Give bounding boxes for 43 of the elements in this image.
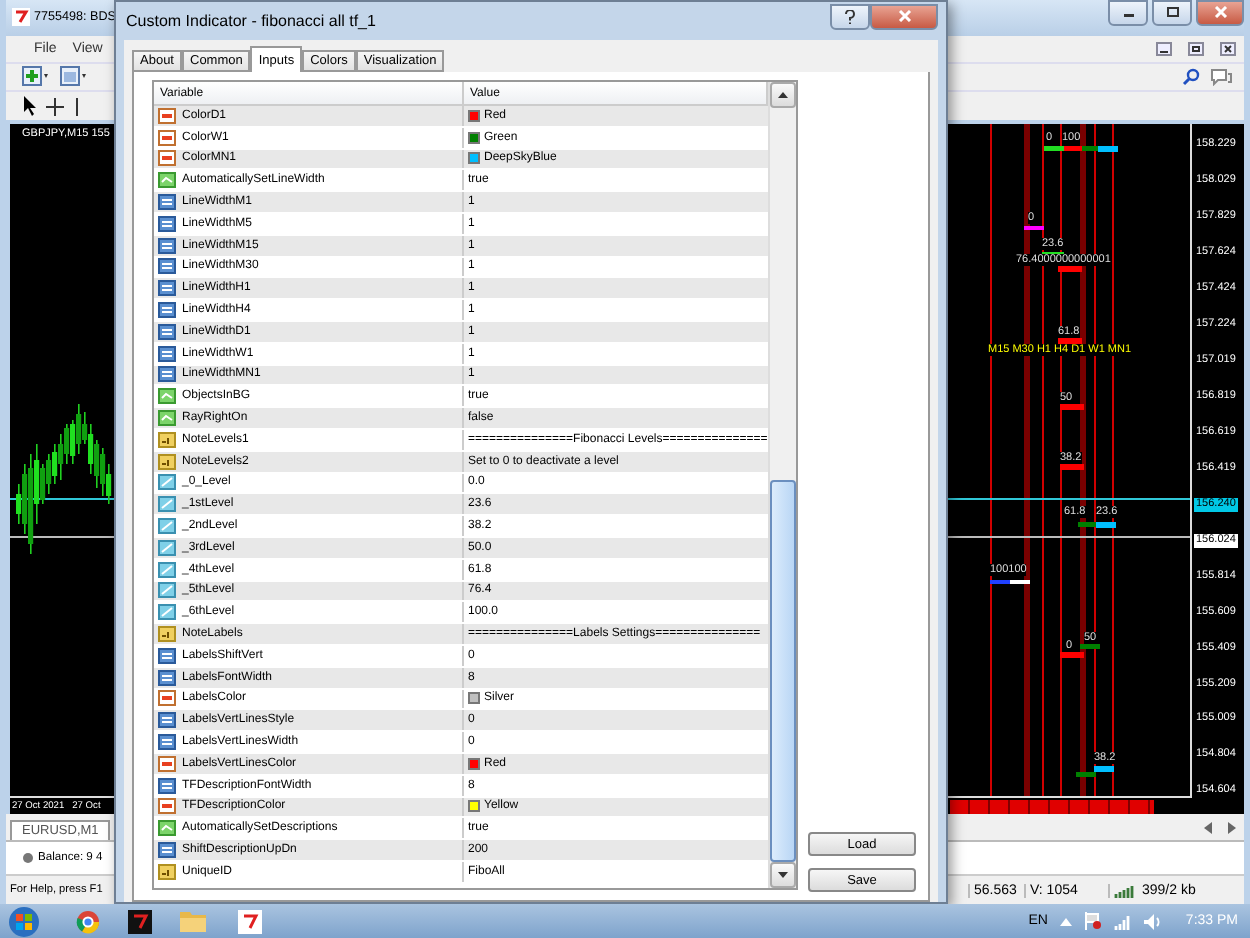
search-icon (1182, 67, 1200, 86)
scrollbar[interactable] (768, 82, 796, 888)
maximize-button[interactable] (1152, 0, 1192, 26)
close-button[interactable] (1196, 0, 1244, 26)
right-arrow-icon (1226, 822, 1236, 835)
signal-icon (1113, 913, 1132, 929)
level-bar (1058, 266, 1082, 273)
close-icon (1220, 41, 1236, 56)
app-icon (12, 8, 30, 27)
level-bar (1058, 338, 1082, 345)
restore-icon (1188, 41, 1204, 56)
text-icon (158, 863, 176, 880)
cursor-icon (22, 96, 36, 116)
minimize-button[interactable] (1108, 0, 1148, 26)
minimize-icon (1156, 41, 1172, 56)
question-mark-icon (844, 9, 856, 23)
dialog-title: Custom Indicator - fibonacci all tf_1 (126, 12, 376, 30)
bars-icon (1114, 883, 1136, 898)
chevron-up-icon (1059, 917, 1072, 925)
down-arrow-icon (778, 872, 788, 878)
chat-icon (1210, 67, 1232, 86)
volume-icon (1143, 913, 1162, 929)
maximize-icon (1165, 6, 1179, 19)
vertical-line-icon (74, 97, 80, 115)
text-icon (158, 626, 176, 643)
circle-icon (22, 852, 34, 865)
text-icon (158, 453, 176, 470)
level-bar (1060, 404, 1084, 411)
level-bar (1024, 226, 1044, 231)
browser-icon[interactable] (76, 909, 100, 933)
app-icon[interactable] (238, 909, 262, 933)
text-icon (158, 431, 176, 448)
close-button[interactable] (870, 3, 938, 29)
flag-icon (1083, 912, 1102, 930)
crosshair-icon (46, 97, 64, 115)
up-arrow-icon (778, 92, 788, 98)
level-bar (1060, 464, 1084, 471)
app-icon[interactable] (128, 909, 152, 933)
help-button[interactable] (830, 3, 870, 29)
start-button[interactable] (8, 905, 40, 937)
close-icon (1213, 6, 1227, 19)
close-icon (897, 10, 911, 22)
left-arrow-icon (1204, 822, 1214, 835)
